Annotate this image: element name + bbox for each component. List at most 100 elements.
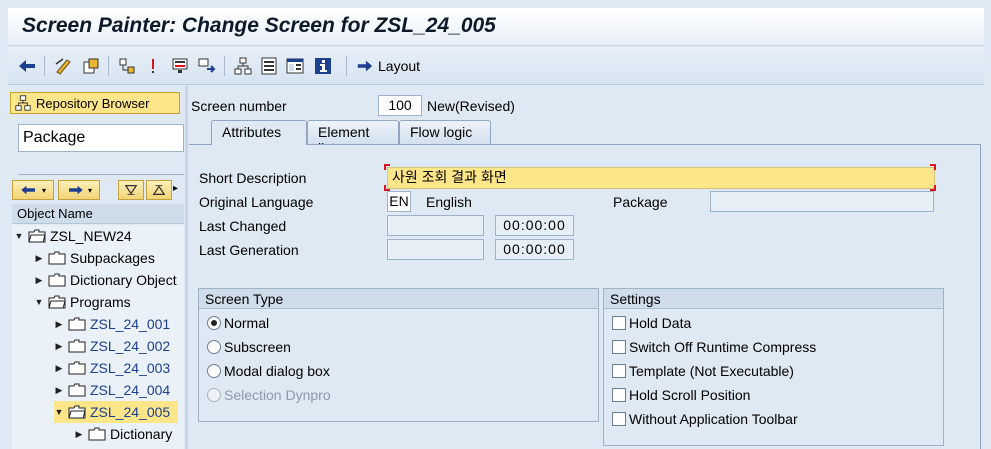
radio-modal-dialog-box[interactable]: Modal dialog box [207, 360, 330, 382]
activate-icon[interactable] [116, 55, 138, 77]
tree-node[interactable]: ▶ ZSL_24_001 [54, 313, 171, 335]
last-generation-label: Last Generation [199, 242, 299, 258]
repository-browser-button[interactable]: Repository Browser [10, 92, 180, 114]
object-list-icon[interactable] [232, 55, 254, 77]
settings-group: Settings Hold Data Switch Off Runtime Co… [603, 288, 944, 446]
tree-node[interactable]: ▼ ZSL_NEW24 [14, 225, 132, 247]
checkbox-hold-scroll-position[interactable]: Hold Scroll Position [612, 384, 750, 406]
expand-arrow-icon[interactable]: ▼ [54, 407, 64, 417]
layout-icon [357, 60, 373, 72]
last-generation-time-field: 00:00:00 [495, 239, 574, 260]
collapsed-arrow-icon[interactable]: ▶ [74, 429, 84, 440]
checkbox-template[interactable]: Template (Not Executable) [612, 360, 794, 382]
checkbox-switch-off-runtime-compress[interactable]: Switch Off Runtime Compress [612, 336, 816, 358]
expand-icon [152, 185, 166, 195]
option-label: Normal [224, 315, 270, 331]
original-language-label: Original Language [199, 194, 314, 210]
checkbox-icon [612, 364, 626, 378]
collapse-button[interactable] [118, 180, 144, 200]
object-tree: ▼ ZSL_NEW24 ▶ Subpackages ▶ Dictionary O… [12, 225, 184, 449]
forward-icon [68, 185, 83, 195]
tab-flow-logic[interactable]: Flow logic [399, 120, 491, 144]
checkbox-icon [612, 412, 626, 426]
option-label: Hold Scroll Position [629, 387, 751, 403]
tree-node-selected[interactable]: ▼ ZSL_24_005 [54, 401, 178, 423]
tab-attributes[interactable]: Attributes [211, 120, 307, 145]
other-object-icon[interactable] [52, 55, 74, 77]
expand-arrow-icon[interactable]: ▼ [14, 231, 24, 241]
collapsed-arrow-icon[interactable]: ▶ [54, 341, 64, 352]
option-label: Hold Data [629, 315, 692, 331]
language-name: English [426, 194, 472, 210]
option-label: Switch Off Runtime Compress [629, 339, 817, 355]
display-change-icon[interactable] [80, 55, 102, 77]
navigation-window-icon[interactable] [196, 55, 218, 77]
radio-disabled-icon [207, 388, 221, 402]
tree-node-label: Dictionary Object [70, 272, 177, 288]
collapsed-arrow-icon[interactable]: ▶ [34, 253, 44, 264]
object-type-select[interactable]: Package [18, 124, 184, 152]
folder-icon [88, 427, 106, 441]
tree-node-label: Subpackages [70, 250, 155, 266]
folder-icon [48, 273, 66, 287]
radio-selected-icon [207, 316, 221, 330]
tree-node-label: ZSL_24_003 [90, 360, 171, 376]
radio-selection-dynpro: Selection Dynpro [207, 384, 331, 406]
collapsed-arrow-icon[interactable]: ▶ [54, 363, 64, 374]
tab-element-list[interactable]: Element list [307, 120, 399, 156]
expand-button[interactable] [146, 180, 172, 200]
where-used-icon[interactable] [170, 55, 192, 77]
tree-node[interactable]: ▶ Dictionary Object [34, 269, 177, 291]
screen-attributes-area: Screen number 100 New(Revised) Attribute… [189, 86, 984, 449]
tree-node[interactable]: ▶ Dictionary [74, 423, 173, 445]
radio-icon [207, 364, 221, 378]
checkbox-without-application-toolbar[interactable]: Without Application Toolbar [612, 408, 798, 430]
more-arrow-icon[interactable]: ▸ [173, 183, 178, 194]
repository-browser-label: Repository Browser [36, 95, 150, 111]
previous-object-button[interactable]: ▾ [12, 180, 54, 200]
folder-icon [48, 251, 66, 265]
tree-node-label: ZSL_24_005 [90, 404, 171, 420]
screen-type-header: Screen Type [199, 289, 598, 309]
tree-node-label: ZSL_24_002 [90, 338, 171, 354]
check-icon[interactable] [142, 55, 164, 77]
back-icon [21, 185, 35, 195]
checkbox-icon [612, 388, 626, 402]
tree-node[interactable]: ▼ Programs [34, 291, 131, 313]
radio-subscreen[interactable]: Subscreen [207, 336, 291, 358]
open-folder-icon [48, 295, 66, 309]
last-changed-date-field [387, 215, 484, 236]
layout-label: Layout [378, 58, 421, 74]
collapsed-arrow-icon[interactable]: ▶ [54, 319, 64, 330]
option-label: Template (Not Executable) [629, 363, 794, 379]
checkbox-hold-data[interactable]: Hold Data [612, 312, 691, 334]
language-code-field[interactable]: EN [387, 191, 411, 212]
tree-node-label: ZSL_NEW24 [50, 228, 132, 244]
tree-node-label: ZSL_24_004 [90, 382, 171, 398]
collapsed-arrow-icon[interactable]: ▶ [34, 275, 44, 286]
layout-button[interactable]: Layout [356, 55, 420, 77]
panel-splitter[interactable] [185, 86, 188, 449]
tree-node[interactable]: ▶ Subpackages [34, 247, 155, 269]
object-name-header: Object Name [12, 204, 184, 224]
back-icon[interactable] [16, 55, 38, 77]
last-generation-date-field [387, 239, 484, 260]
hierarchy-icon[interactable] [284, 55, 306, 77]
short-description-field[interactable]: 사원 조회 결과 화면 [387, 167, 935, 189]
last-changed-label: Last Changed [199, 218, 287, 234]
radio-normal[interactable]: Normal [207, 312, 269, 334]
expand-arrow-icon[interactable]: ▼ [34, 297, 44, 307]
collapsed-arrow-icon[interactable]: ▶ [54, 385, 64, 396]
folder-icon [68, 339, 86, 353]
short-description-label: Short Description [199, 170, 307, 186]
fullscreen-icon[interactable] [258, 55, 280, 77]
navigator-toolbar: ▾ ▾ ▸ [12, 180, 184, 200]
next-object-button[interactable]: ▾ [58, 180, 100, 200]
tree-node[interactable]: ▶ ZSL_24_002 [54, 335, 171, 357]
tree-node[interactable]: ▶ ZSL_24_003 [54, 357, 171, 379]
open-folder-icon [68, 405, 86, 419]
application-toolbar: Layout [8, 47, 984, 85]
info-icon[interactable] [312, 55, 334, 77]
tree-node[interactable]: ▶ ZSL_24_004 [54, 379, 171, 401]
attributes-panel: Short Description 사원 조회 결과 화면 Original L… [189, 144, 981, 449]
